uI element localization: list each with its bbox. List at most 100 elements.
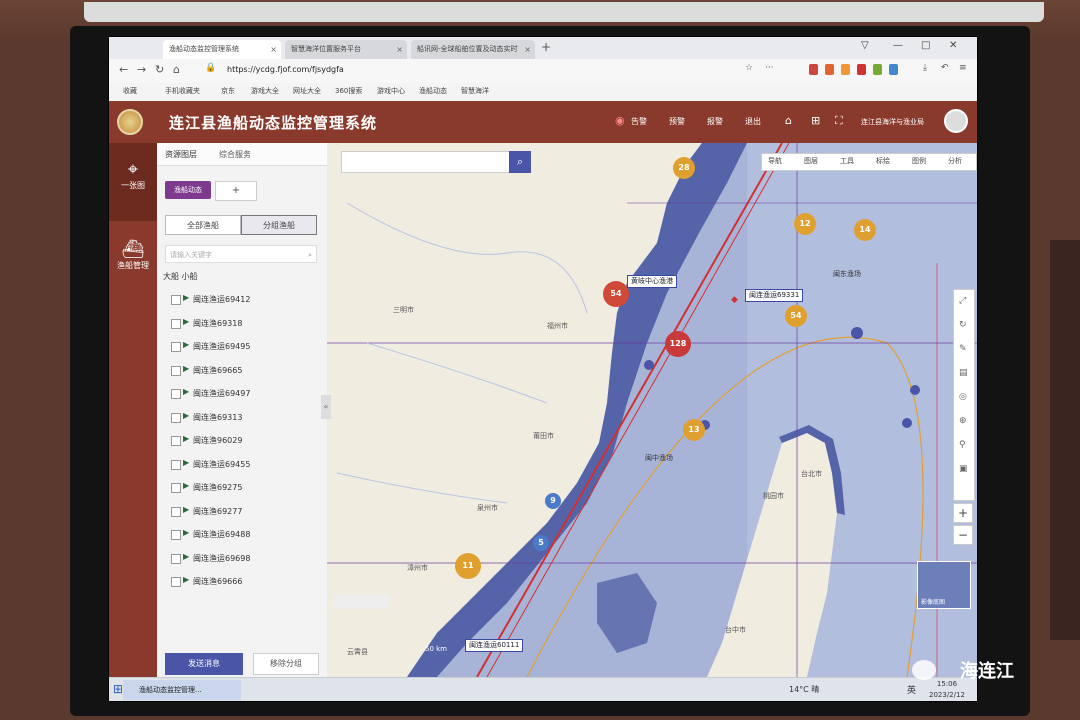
vessel-cluster[interactable]: 54 [785,305,807,327]
header-alarm[interactable]: 告警 [631,116,647,127]
windows-start-icon[interactable]: ⊞ [113,682,123,696]
toolbar-layers[interactable]: 图层 [804,156,818,166]
new-tab-icon[interactable]: + [541,40,551,54]
search-icon[interactable]: ⌕ [509,151,531,173]
vessel-label[interactable]: 闽连渔运69331 [745,289,804,302]
vessel-marker-icon[interactable]: ◆ [731,295,738,305]
close-icon[interactable]: × [396,40,403,59]
panel-collapse-handle[interactable]: « [321,395,331,419]
forward-icon[interactable]: → [137,63,146,76]
header-report[interactable]: 报警 [707,116,723,127]
list-item[interactable]: ▶ 闽连渔运69698 [157,548,325,572]
maximize-icon[interactable]: □ [921,40,930,51]
browser-tab[interactable]: 智慧海洋位置服务平台 × [285,40,407,59]
vessel-cluster[interactable]: 9 [545,493,561,509]
bookmark-item[interactable]: 手机收藏夹 [165,86,200,96]
puzzle-icon[interactable]: ⊞ [811,114,820,127]
nav-item-vessels[interactable]: ⛴ 渔船管理 [109,223,157,301]
bookmark-item[interactable]: 360搜索 [335,86,362,96]
vessel-cluster[interactable]: 128 [665,331,691,357]
vessel-checkbox[interactable] [171,342,181,352]
bookmark-item[interactable]: 游戏大全 [251,86,279,96]
star-icon[interactable]: ☆ [745,63,753,73]
zoom-in-button[interactable]: + [953,503,973,523]
add-group-button[interactable]: + [215,181,257,201]
zoom-out-button[interactable]: − [953,525,973,545]
harbor-label[interactable]: 黄岐中心渔港 [627,275,677,288]
rotate-icon[interactable]: ↻ [959,320,967,330]
more-icon[interactable]: ··· [765,63,774,73]
toolbar-legend[interactable]: 图例 [912,156,926,166]
alert-icon[interactable]: ◉ [615,114,625,127]
list-item[interactable]: ▶ 闽连渔69275 [157,477,325,501]
vessel-cluster[interactable]: 11 [455,553,481,579]
vessel-cluster[interactable]: 28 [673,157,695,179]
vessel-checkbox[interactable] [171,295,181,305]
extension-icon[interactable] [889,64,898,75]
home-icon[interactable]: ⌂ [785,114,792,127]
list-item[interactable]: ▶ 闽连渔运69412 [157,289,325,313]
minimize-icon[interactable]: — [893,40,903,51]
locate-icon[interactable]: ⊕ [959,416,967,426]
bookmark-item[interactable]: 京东 [221,86,235,96]
vessel-checkbox[interactable] [171,483,181,493]
vessel-cluster[interactable]: 5 [533,535,549,551]
toolbar-draw[interactable]: 标绘 [876,156,890,166]
undo-icon[interactable]: ↶ [941,63,949,73]
layers-icon[interactable]: ▤ [959,368,968,378]
measure-icon[interactable]: ✎ [959,344,967,354]
remove-group-button[interactable]: 移除分组 [253,653,319,675]
fullscreen-icon[interactable]: ⛶ [835,114,843,128]
list-item[interactable]: ▶ 闽连渔69277 [157,501,325,525]
vessel-checkbox[interactable] [171,436,181,446]
nav-item-map[interactable]: ⌖ 一张图 [109,143,157,221]
send-message-button[interactable]: 发送消息 [165,653,243,675]
header-warning[interactable]: 预警 [669,116,685,127]
tab-services[interactable]: 综合服务 [219,149,251,160]
print-icon[interactable]: ▣ [959,464,968,474]
vessel-cluster[interactable]: 12 [794,213,816,235]
url-field[interactable]: https://ycdg.fjof.com/fjsydgfa [227,65,344,74]
back-icon[interactable]: ← [119,63,128,76]
avatar[interactable] [944,109,968,133]
map-view[interactable]: ⌕ 导航 图层 工具 标绘 图例 分析 28 12 14 54 54 128 1… [327,143,977,677]
size-filter[interactable]: 大船 小船 [163,271,198,282]
weather-widget[interactable]: 14°C 晴 [789,684,819,695]
close-icon[interactable]: × [270,40,277,59]
vessel-checkbox[interactable] [171,318,181,329]
bookmark-item[interactable]: 收藏 [123,86,137,96]
vessel-cluster[interactable]: 13 [683,419,705,441]
list-item[interactable]: ▶ 闽连渔运69497 [157,383,325,407]
close-icon[interactable]: × [524,40,531,59]
vessel-checkbox[interactable] [171,365,181,376]
bookmark-item[interactable]: 游戏中心 [377,86,405,96]
all-vessels-button[interactable]: 全部渔船 [165,215,241,235]
header-logout[interactable]: 退出 [745,116,761,127]
vessel-checkbox[interactable] [171,506,181,517]
list-item[interactable]: ▶ 闽连渔运69488 [157,524,325,548]
vessel-checkbox[interactable] [171,459,181,470]
pin-icon[interactable]: ⚲ [959,440,966,450]
extension-icon[interactable] [809,64,818,75]
search-icon[interactable]: ⌕ [308,246,312,264]
taskbar-app[interactable]: 渔船动态监控管理... [123,680,241,700]
tab-resource-layers[interactable]: 资源图层 [165,149,197,160]
compass-icon[interactable]: ◎ [959,392,967,402]
vessel-checkbox[interactable] [171,530,181,540]
list-item[interactable]: ▶ 闽连渔运69495 [157,336,325,360]
expand-icon[interactable]: ⤢ [959,296,966,306]
grouped-vessels-button[interactable]: 分组渔船 [241,215,317,235]
toolbar-navigate[interactable]: 导航 [768,156,782,166]
list-item[interactable]: ▶ 闽连渔运69455 [157,454,325,478]
vessel-dynamic-chip[interactable]: 渔船动态 [165,181,211,199]
refresh-icon[interactable]: ↻ [155,63,164,76]
vessel-search-input[interactable]: 请输入关键字 ⌕ [165,245,317,263]
extension-icon[interactable] [857,64,866,75]
toolbar-analysis[interactable]: 分析 [948,156,962,166]
bookmark-item[interactable]: 渔船动态 [419,86,447,96]
vessel-cluster[interactable]: 54 [603,281,629,307]
vessel-label[interactable]: 闽连渔运60111 [465,639,524,652]
basemap-switcher[interactable]: 影像底图 [917,561,971,609]
list-item[interactable]: ▶ 闽连渔69318 [157,313,325,337]
bookmark-item[interactable]: 网址大全 [293,86,321,96]
